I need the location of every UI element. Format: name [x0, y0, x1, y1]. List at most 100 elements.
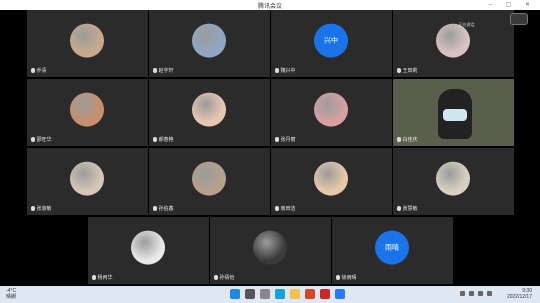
name-text: 张慧敏: [402, 206, 418, 212]
mic-icon: [30, 68, 35, 73]
mic-icon: [91, 275, 96, 280]
speaking-badge: 正在说话: [458, 22, 475, 27]
participant-tile[interactable]: 张淑敏: [26, 148, 148, 215]
participant-name: 徐雨晴: [335, 274, 357, 281]
wps-icon[interactable]: [320, 289, 330, 299]
video-grid: 乔清 赵宇轩 兴中 魏兴中 正在说话 王田莉 邵旺华 郝春艳 张丹丽 白佳庆 张淑敏 孙伯鑫 南田洁 张慧…: [0, 10, 540, 286]
avatar: [131, 230, 165, 265]
windows-taskbar: -4°C 晴朗 9:30 2022/12/17: [0, 286, 540, 303]
participant-tile[interactable]: 郝春艳: [148, 79, 270, 146]
avatar: [436, 23, 470, 58]
participant-tile[interactable]: 兴中魏兴中: [270, 10, 392, 77]
participant-name: 张丹丽: [274, 136, 296, 143]
name-text: 杨丙华: [97, 275, 113, 281]
participant-name: 孙倩怡: [213, 274, 235, 281]
name-text: 张丹丽: [280, 137, 296, 143]
participant-tile[interactable]: 张慧敏: [392, 148, 514, 215]
powerpoint-icon[interactable]: [305, 289, 315, 299]
mic-icon: [152, 206, 157, 211]
search-icon[interactable]: [245, 289, 255, 299]
avatar: [192, 92, 226, 127]
start-icon[interactable]: [230, 289, 240, 299]
name-text: 徐雨晴: [341, 275, 357, 281]
title-bar: 腾讯会议 – ▢ ✕: [0, 0, 540, 10]
participant-name: 张淑敏: [30, 205, 52, 212]
window-controls[interactable]: – ▢ ✕: [489, 1, 536, 8]
name-text: 郝春艳: [158, 137, 174, 143]
window-title: 腾讯会议: [257, 4, 282, 10]
participant-tile[interactable]: 张丹丽: [270, 79, 392, 146]
name-text: 南田洁: [280, 206, 296, 212]
name-text: 魏兴中: [280, 68, 296, 74]
participant-name: 南田洁: [274, 205, 296, 212]
name-text: 乔清: [36, 68, 47, 74]
participant-name: 乔清: [30, 67, 47, 74]
participant-tile[interactable]: 杨丙华: [87, 217, 209, 284]
participant-tile[interactable]: 白佳庆: [392, 79, 514, 146]
chevron-up-icon[interactable]: [460, 291, 465, 296]
system-tray: [460, 291, 492, 296]
participant-tile[interactable]: 南田洁: [270, 148, 392, 215]
explorer-icon[interactable]: [290, 289, 300, 299]
avatar: [436, 161, 470, 196]
avatar: [253, 230, 287, 265]
participant-tile[interactable]: 正在说话王田莉: [392, 10, 514, 77]
mic-icon: [152, 68, 157, 73]
participant-name: 杨丙华: [91, 274, 113, 281]
mic-icon: [152, 137, 157, 142]
wifi-icon[interactable]: [469, 291, 474, 296]
participant-name: 魏兴中: [274, 67, 296, 74]
mask-shape: [442, 109, 467, 121]
mic-icon: [274, 137, 279, 142]
mic-icon: [396, 206, 401, 211]
participant-tile[interactable]: 雨晴徐雨晴: [331, 217, 453, 284]
participant-tile[interactable]: 邵旺华: [26, 79, 148, 146]
mic-icon: [274, 206, 279, 211]
date-text: 2022/12/17: [506, 294, 532, 300]
participant-tile[interactable]: 赵宇轩: [148, 10, 270, 77]
participant-name: 孙伯鑫: [152, 205, 174, 212]
participant-name: 白佳庆: [396, 136, 418, 143]
avatar: [70, 92, 104, 127]
name-text: 孙倩怡: [219, 275, 235, 281]
edge-icon[interactable]: [275, 289, 285, 299]
taskview-icon[interactable]: [260, 289, 270, 299]
battery-icon[interactable]: [487, 291, 492, 296]
name-text: 王田莉: [402, 68, 418, 74]
meeting-icon[interactable]: [335, 289, 345, 299]
weather-desc: 晴朗: [6, 294, 17, 300]
mic-icon: [30, 137, 35, 142]
text-avatar: 雨晴: [375, 230, 409, 265]
mic-icon: [30, 206, 35, 211]
name-text: 张淑敏: [36, 206, 52, 212]
taskbar-apps: [230, 289, 345, 299]
text-avatar: 兴中: [314, 23, 348, 58]
participant-name: 邵旺华: [30, 136, 52, 143]
mic-icon: [335, 275, 340, 280]
mic-icon: [274, 68, 279, 73]
participant-name: 王田莉: [396, 67, 418, 74]
name-text: 孙伯鑫: [158, 206, 174, 212]
participant-name: 郝春艳: [152, 136, 174, 143]
volume-icon[interactable]: [478, 291, 483, 296]
mic-icon: [213, 275, 218, 280]
mic-icon: [396, 68, 401, 73]
avatar: [70, 23, 104, 58]
mic-icon: [396, 137, 401, 142]
participant-name: 张慧敏: [396, 205, 418, 212]
avatar: [70, 161, 104, 196]
layout-toggle-button[interactable]: [510, 13, 528, 25]
name-text: 邵旺华: [36, 137, 52, 143]
avatar: [192, 23, 226, 58]
name-text: 赵宇轩: [158, 68, 174, 74]
participant-tile[interactable]: 孙倩怡: [209, 217, 331, 284]
avatar: [192, 161, 226, 196]
avatar: [314, 92, 348, 127]
clock[interactable]: 9:30 2022/12/17: [507, 288, 532, 300]
participant-tile[interactable]: 乔清: [26, 10, 148, 77]
weather-widget[interactable]: -4°C 晴朗: [6, 288, 16, 300]
avatar: [314, 161, 348, 196]
participant-name: 赵宇轩: [152, 67, 174, 74]
name-text: 白佳庆: [402, 137, 418, 143]
participant-tile[interactable]: 孙伯鑫: [148, 148, 270, 215]
